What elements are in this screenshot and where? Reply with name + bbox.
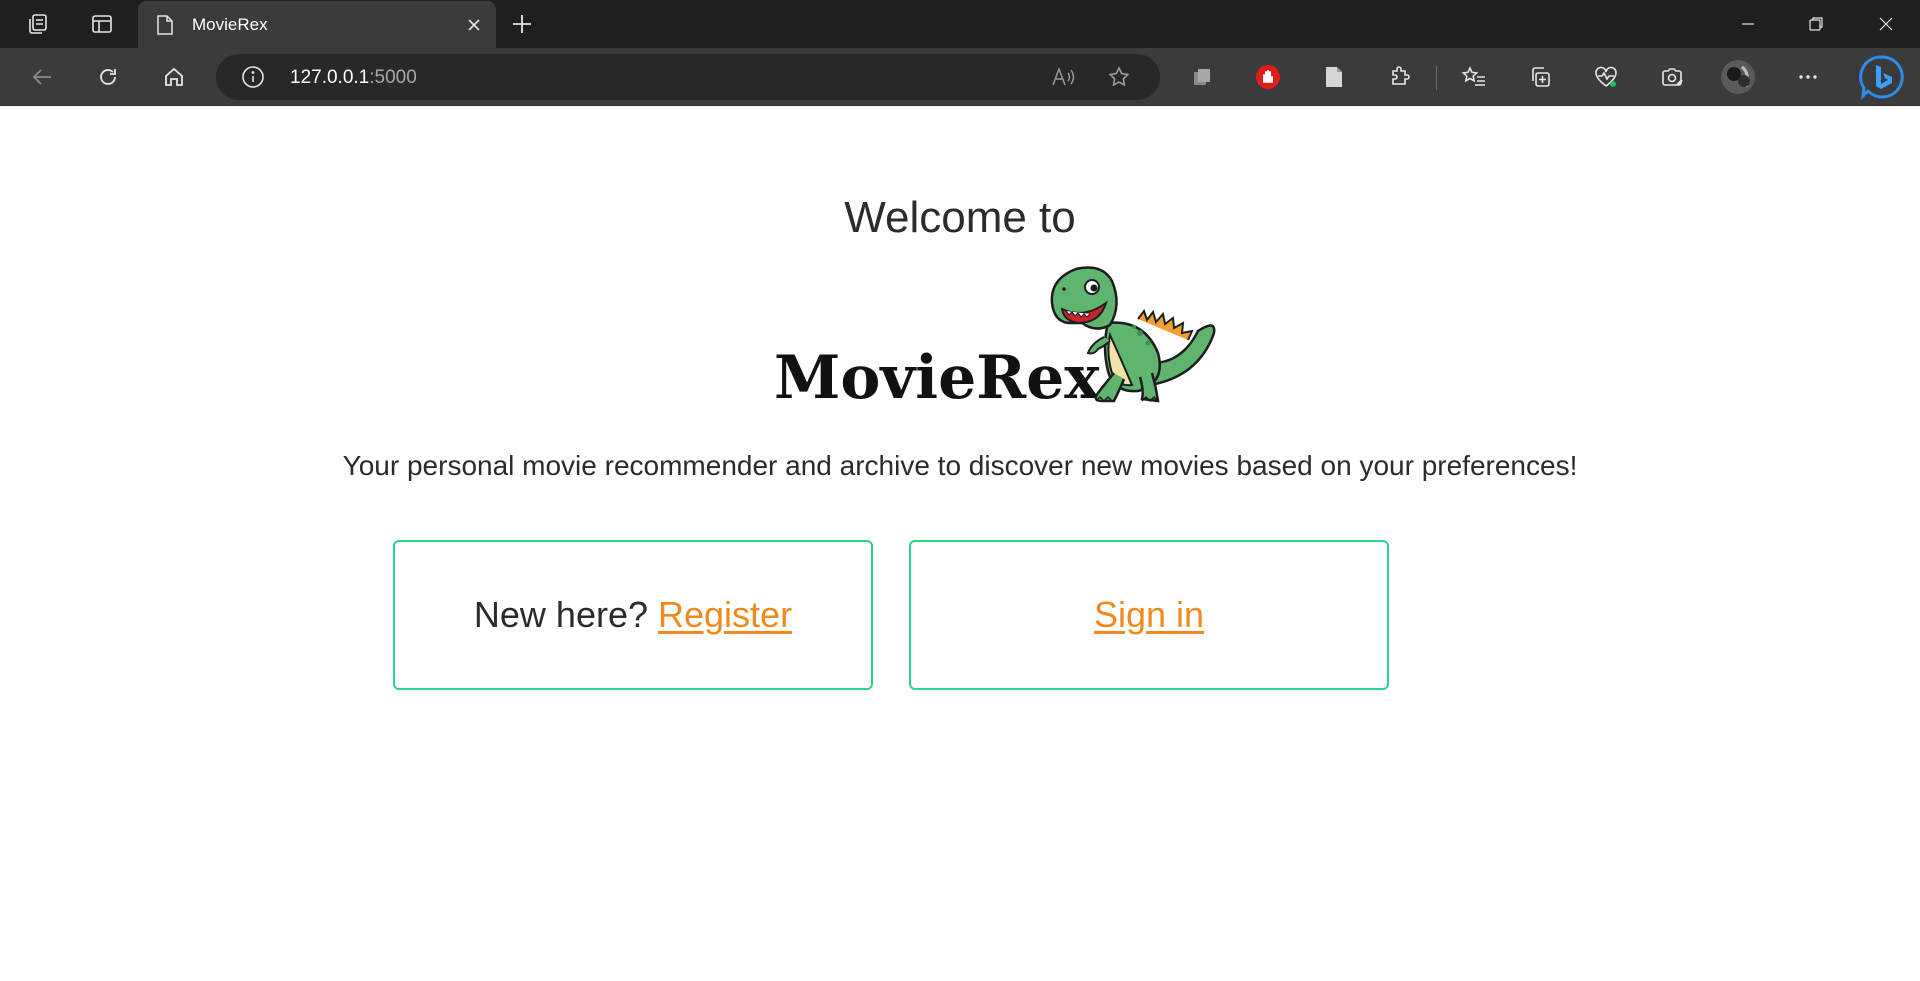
document-icon[interactable] [1314,58,1354,96]
collections-icon[interactable] [1520,58,1560,96]
bing-chat-icon[interactable] [1858,53,1906,101]
tab-movierex[interactable]: MovieRex [138,1,496,48]
back-icon[interactable] [22,58,62,96]
page-icon [156,14,174,41]
profile-avatar-icon[interactable] [1718,58,1758,96]
info-icon[interactable] [236,61,270,93]
restore-icon[interactable] [1782,0,1850,48]
workspaces-icon[interactable] [18,6,58,42]
browser-essentials-icon[interactable] [1652,58,1692,96]
signin-card: Sign in [909,540,1389,690]
favorites-icon[interactable] [1454,58,1494,96]
tagline: Your personal movie recommender and arch… [342,450,1578,481]
register-card: New here? Register [393,540,873,690]
favorite-star-icon[interactable] [1102,61,1136,93]
more-icon[interactable] [1788,58,1828,96]
register-link[interactable]: Register [658,594,792,636]
welcome-heading: Welcome to [844,193,1076,242]
health-icon[interactable] [1586,58,1626,96]
home-icon[interactable] [154,58,194,96]
tab-actions-icon[interactable] [82,6,122,42]
minimize-icon[interactable] [1714,0,1782,48]
browser-toolbar: 127.0.0.1:5000 [0,48,1920,106]
register-prompt: New here? [473,594,659,635]
close-icon[interactable] [462,13,486,37]
extension-copy-icon[interactable] [1182,58,1222,96]
read-aloud-icon[interactable] [1046,61,1080,93]
url-host: 127.0.0.1 [290,67,370,88]
toolbar-divider [1436,66,1437,90]
new-tab-icon[interactable] [504,6,540,42]
page-content: Welcome to MovieRex Your personal movie … [0,107,1920,981]
tab-title: MovieRex [192,15,268,34]
adblock-icon[interactable] [1248,58,1288,96]
tab-bar: MovieRex [0,0,1920,48]
address-bar[interactable]: 127.0.0.1:5000 [216,54,1160,100]
url-text: 127.0.0.1:5000 [290,67,417,89]
refresh-icon[interactable] [88,58,128,96]
dinosaur-mascot-icon [1048,261,1218,411]
sign-in-link[interactable]: Sign in [1094,594,1204,636]
url-port: :5000 [369,67,417,88]
extensions-icon[interactable] [1380,58,1420,96]
window-close-icon[interactable] [1852,0,1920,48]
